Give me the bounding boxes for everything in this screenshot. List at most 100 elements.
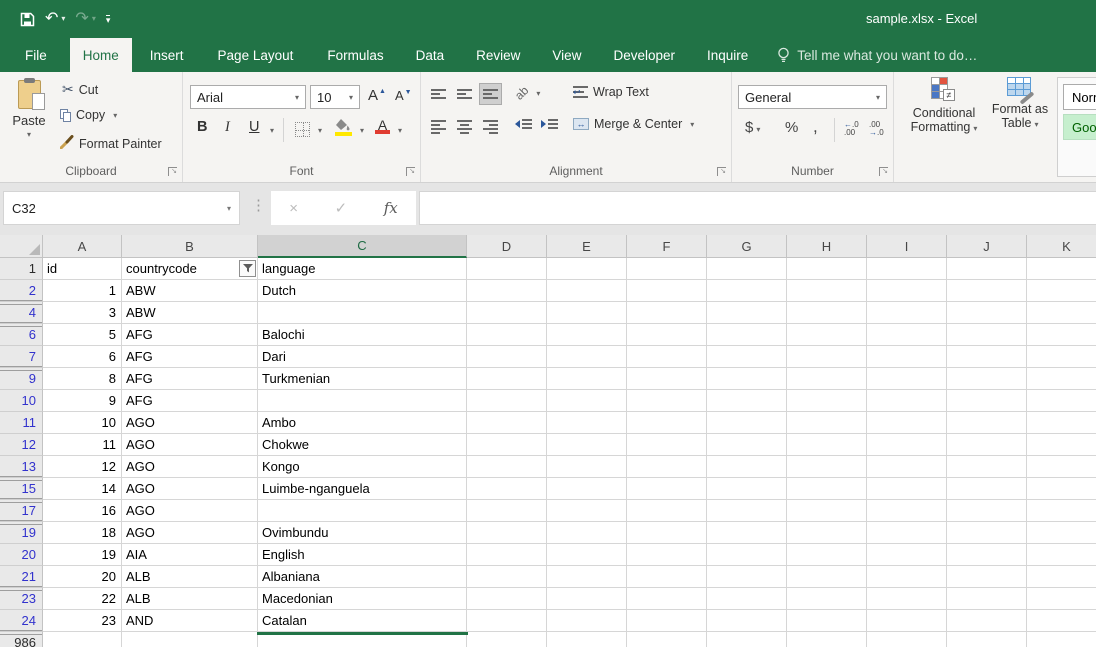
cell-K23[interactable] xyxy=(1027,588,1096,610)
cell-G24[interactable] xyxy=(707,610,787,632)
copy-caret-icon[interactable]: ▾ xyxy=(113,111,117,120)
cell-G13[interactable] xyxy=(707,456,787,478)
cell-K986[interactable] xyxy=(1027,632,1096,647)
tab-file[interactable]: File xyxy=(12,38,60,72)
cell-E12[interactable] xyxy=(547,434,627,456)
row-header-15[interactable]: 15 xyxy=(0,478,43,500)
cell-F19[interactable] xyxy=(627,522,707,544)
cell-G17[interactable] xyxy=(707,500,787,522)
cell-C13[interactable]: Kongo xyxy=(258,456,467,478)
cell-E21[interactable] xyxy=(547,566,627,588)
row-header-19[interactable]: 19 xyxy=(0,522,43,544)
cell-G6[interactable] xyxy=(707,324,787,346)
cell-F15[interactable] xyxy=(627,478,707,500)
cell-A15[interactable]: 14 xyxy=(43,478,122,500)
cell-J10[interactable] xyxy=(947,390,1027,412)
tab-insert[interactable]: Insert xyxy=(137,38,197,72)
cell-H7[interactable] xyxy=(787,346,867,368)
cell-J20[interactable] xyxy=(947,544,1027,566)
cell-H19[interactable] xyxy=(787,522,867,544)
cell-H13[interactable] xyxy=(787,456,867,478)
cell-F20[interactable] xyxy=(627,544,707,566)
undo-button[interactable]: ↶▾ xyxy=(45,11,65,27)
decrease-decimal-button[interactable]: .00→.0 xyxy=(869,121,884,137)
decrease-indent-button[interactable] xyxy=(515,119,532,129)
tell-me-box[interactable]: Tell me what you want to do… xyxy=(777,38,977,72)
cell-G7[interactable] xyxy=(707,346,787,368)
percent-style-button[interactable]: % xyxy=(785,119,798,136)
cell-B11[interactable]: AGO xyxy=(122,412,258,434)
select-all-corner[interactable] xyxy=(0,235,43,258)
format-as-table-button[interactable]: Format as Table▾ xyxy=(988,77,1052,130)
cell-K15[interactable] xyxy=(1027,478,1096,500)
cell-D9[interactable] xyxy=(467,368,547,390)
format-painter-button[interactable]: Format Painter xyxy=(60,135,162,152)
cell-I17[interactable] xyxy=(867,500,947,522)
font-name-combo[interactable]: Arial ▾ xyxy=(190,85,306,109)
cell-F23[interactable] xyxy=(627,588,707,610)
align-left-button[interactable] xyxy=(427,116,450,138)
cell-G12[interactable] xyxy=(707,434,787,456)
paste-caret-icon[interactable]: ▾ xyxy=(27,130,31,139)
cell-E24[interactable] xyxy=(547,610,627,632)
conditional-formatting-button[interactable]: ≠ Conditional Formatting▾ xyxy=(906,77,982,134)
cell-G9[interactable] xyxy=(707,368,787,390)
cell-G4[interactable] xyxy=(707,302,787,324)
cell-D4[interactable] xyxy=(467,302,547,324)
cell-I10[interactable] xyxy=(867,390,947,412)
align-right-button[interactable] xyxy=(479,116,502,138)
cell-C6[interactable]: Balochi xyxy=(258,324,467,346)
cell-A4[interactable]: 3 xyxy=(43,302,122,324)
cell-J24[interactable] xyxy=(947,610,1027,632)
cell-I7[interactable] xyxy=(867,346,947,368)
cell-C4[interactable] xyxy=(258,302,467,324)
cell-D24[interactable] xyxy=(467,610,547,632)
cell-B2[interactable]: ABW xyxy=(122,280,258,302)
cell-I4[interactable] xyxy=(867,302,947,324)
cell-J9[interactable] xyxy=(947,368,1027,390)
cell-H2[interactable] xyxy=(787,280,867,302)
cell-E1[interactable] xyxy=(547,258,627,280)
tab-developer[interactable]: Developer xyxy=(600,38,688,72)
underline-caret-icon[interactable]: ▾ xyxy=(270,126,274,135)
cell-E7[interactable] xyxy=(547,346,627,368)
font-color-button[interactable]: A xyxy=(375,117,390,132)
bold-button[interactable]: B xyxy=(197,119,207,135)
cell-I24[interactable] xyxy=(867,610,947,632)
cell-H17[interactable] xyxy=(787,500,867,522)
tab-review[interactable]: Review xyxy=(463,38,533,72)
fill-caret-icon[interactable]: ▾ xyxy=(360,126,364,135)
column-header-K[interactable]: K xyxy=(1027,235,1096,258)
cell-I23[interactable] xyxy=(867,588,947,610)
cell-F12[interactable] xyxy=(627,434,707,456)
cell-C21[interactable]: Albaniana xyxy=(258,566,467,588)
cell-I21[interactable] xyxy=(867,566,947,588)
cell-K11[interactable] xyxy=(1027,412,1096,434)
cell-C20[interactable]: English xyxy=(258,544,467,566)
cell-B23[interactable]: ALB xyxy=(122,588,258,610)
cell-A17[interactable]: 16 xyxy=(43,500,122,522)
cell-G15[interactable] xyxy=(707,478,787,500)
cell-B986[interactable] xyxy=(122,632,258,647)
cell-A24[interactable]: 23 xyxy=(43,610,122,632)
formula-input[interactable] xyxy=(419,191,1096,225)
cell-B20[interactable]: AIA xyxy=(122,544,258,566)
bottom-align-button[interactable] xyxy=(479,83,502,105)
cell-J986[interactable] xyxy=(947,632,1027,647)
insert-function-icon[interactable]: fx xyxy=(384,199,398,217)
cell-I2[interactable] xyxy=(867,280,947,302)
cell-B24[interactable]: AND xyxy=(122,610,258,632)
comma-style-button[interactable]: , xyxy=(813,117,818,137)
font-color-caret-icon[interactable]: ▾ xyxy=(398,126,402,135)
cell-I13[interactable] xyxy=(867,456,947,478)
cell-K7[interactable] xyxy=(1027,346,1096,368)
column-header-E[interactable]: E xyxy=(547,235,627,258)
cell-B17[interactable]: AGO xyxy=(122,500,258,522)
tab-formulas[interactable]: Formulas xyxy=(314,38,396,72)
cell-B9[interactable]: AFG xyxy=(122,368,258,390)
cell-D13[interactable] xyxy=(467,456,547,478)
cell-E9[interactable] xyxy=(547,368,627,390)
merge-center-button[interactable]: ↔ Merge & Center ▾ xyxy=(573,117,694,131)
cell-A9[interactable]: 8 xyxy=(43,368,122,390)
cell-A11[interactable]: 10 xyxy=(43,412,122,434)
